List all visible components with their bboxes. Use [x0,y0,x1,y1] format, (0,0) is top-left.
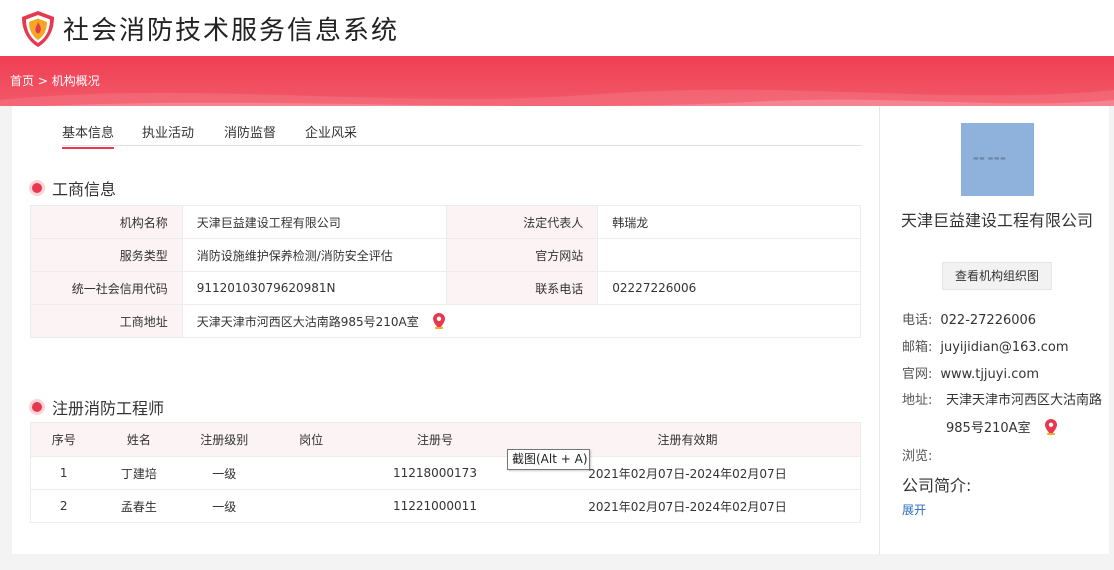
site-header: 社会消防技术服务信息系统 [0,0,1114,56]
breadcrumb-home-link[interactable]: 首页 [10,74,34,88]
service-type-value: 消防设施维护保养检测/消防安全评估 [181,238,447,272]
shield-logo-icon [22,11,54,47]
legal-rep-label: 法定代表人 [445,205,599,239]
company-intro-heading: 公司简介: [902,476,972,495]
business-address-cell: 天津天津市河西区大沽南路985号210A室 [181,304,862,338]
tab-practice-activity[interactable]: 执业活动 [142,122,194,147]
service-type-label: 服务类型 [30,238,183,272]
cell-reg-no: 11221000011 [355,489,515,523]
screenshot-tooltip: 截图(Alt + A) [507,449,590,470]
sidebar-address-value: 天津天津市河西区大沽南路985号210A室 [946,393,1103,436]
cell-position [267,489,356,523]
sidebar-phone-row: 电话: 022-27226006 [902,309,1036,328]
table-row: 服务类型 消防设施维护保养检测/消防安全评估 官方网站 [30,238,861,272]
page-bottom-gutter [0,554,1114,570]
cell-name: 孟春生 [96,489,182,523]
sidebar-views-row: 浏览: [902,445,940,464]
table-header-row: 序号 姓名 注册级别 岗位 注册号 注册有效期 [30,422,861,457]
sidebar-email-value: juyijidian@163.com [940,340,1069,355]
map-pin-icon[interactable] [432,312,445,329]
legal-rep-value: 韩瑞龙 [597,205,861,239]
page-gutter-right [1109,106,1114,554]
sidebar-address-label: 地址: [902,393,933,408]
business-address-value: 天津天津市河西区大沽南路985号210A室 [196,314,419,329]
section-dot-icon [32,402,42,412]
tab-fire-supervision[interactable]: 消防监督 [224,122,276,147]
sidebar-site-row: 官网: www.tjjuyi.com [902,363,1039,382]
phone-label: 联系电话 [445,271,599,305]
org-logo-mark: ▬▬ ▬▬▬ [973,155,1007,162]
cell-validity: 2021年02月07日-2024年02月07日 [514,489,861,523]
business-info-table: 机构名称 天津巨益建设工程有限公司 法定代表人 韩瑞龙 服务类型 消防设施维护保… [30,205,862,338]
col-header-position: 岗位 [267,422,356,457]
table-row: 统一社会信用代码 91120103079620981N 联系电话 0222722… [30,271,861,305]
banner-wave-decoration [0,89,1114,106]
cell-level: 一级 [181,456,268,490]
cell-index: 2 [30,489,97,523]
cell-position [267,456,356,490]
cell-name: 丁建培 [96,456,182,490]
sidebar-email-row: 邮箱: juyijidian@163.com [902,336,1069,355]
tab-basic-info[interactable]: 基本信息 [62,122,115,149]
section-dot-icon [32,183,42,193]
col-header-reg-no: 注册号 [355,422,515,457]
tab-company-style[interactable]: 企业风采 [305,122,357,147]
engineers-heading: 注册消防工程师 [32,395,164,419]
col-header-name: 姓名 [96,422,182,457]
sidebar-site-value[interactable]: www.tjjuyi.com [940,367,1039,382]
website-value [597,238,861,272]
map-pin-icon[interactable] [1044,419,1057,435]
expand-intro-link[interactable]: 展开 [902,501,926,518]
phone-value: 02227226006 [597,271,861,305]
sidebar-phone-label: 电话: [902,313,933,328]
cell-index: 1 [30,456,97,490]
business-info-heading: 工商信息 [32,176,116,200]
breadcrumb: 首页 > 机构概况 [10,72,100,89]
table-row: 工商地址 天津天津市河西区大沽南路985号210A室 [30,304,862,338]
col-header-level: 注册级别 [181,422,268,457]
org-sidebar: ▬▬ ▬▬▬ 天津巨益建设工程有限公司 查看机构组织图 电话: 022-27226… [879,106,1109,554]
breadcrumb-current: 机构概况 [51,74,100,88]
table-row: 2 孟春生 一级 11221000011 2021年02月07日-2024年02… [30,489,861,523]
credit-code-value: 91120103079620981N [181,271,447,305]
org-name-label: 机构名称 [30,205,183,239]
org-name: 天津巨益建设工程有限公司 [900,211,1093,230]
col-header-index: 序号 [30,422,97,457]
site-title: 社会消防技术服务信息系统 [63,16,400,46]
sidebar-address-row: 地址: 天津天津市河西区大沽南路985号210A室 [902,387,1102,443]
business-address-label: 工商地址 [30,304,183,338]
breadcrumb-banner: 首页 > 机构概况 [0,56,1114,106]
engineers-table: 序号 姓名 注册级别 岗位 注册号 注册有效期 1 丁建培 一级 1121800… [30,422,861,523]
main-content: 基本信息 执业活动 消防监督 企业风采 工商信息 机构名称 天津巨益建设工程有限… [12,106,878,554]
sidebar-phone-value: 022-27226006 [940,313,1037,328]
table-row: 机构名称 天津巨益建设工程有限公司 法定代表人 韩瑞龙 [30,205,861,239]
cell-reg-no: 11218000173 [355,456,515,490]
view-org-chart-button[interactable]: 查看机构组织图 [942,262,1052,290]
org-logo-image: ▬▬ ▬▬▬ [961,123,1034,196]
sidebar-site-label: 官网: [902,367,933,382]
cell-level: 一级 [181,489,268,523]
credit-code-label: 统一社会信用代码 [30,271,183,305]
tab-bar: 基本信息 执业活动 消防监督 企业风采 [62,122,862,149]
sidebar-views-label: 浏览: [902,449,933,464]
sidebar-email-label: 邮箱: [902,340,933,355]
breadcrumb-separator: > [34,74,52,88]
page-gutter-left [0,106,12,554]
table-row: 1 丁建培 一级 11218000173 2021年02月07日-2024年02… [30,456,861,490]
org-name-value: 天津巨益建设工程有限公司 [181,205,447,239]
website-label: 官方网站 [445,238,599,272]
